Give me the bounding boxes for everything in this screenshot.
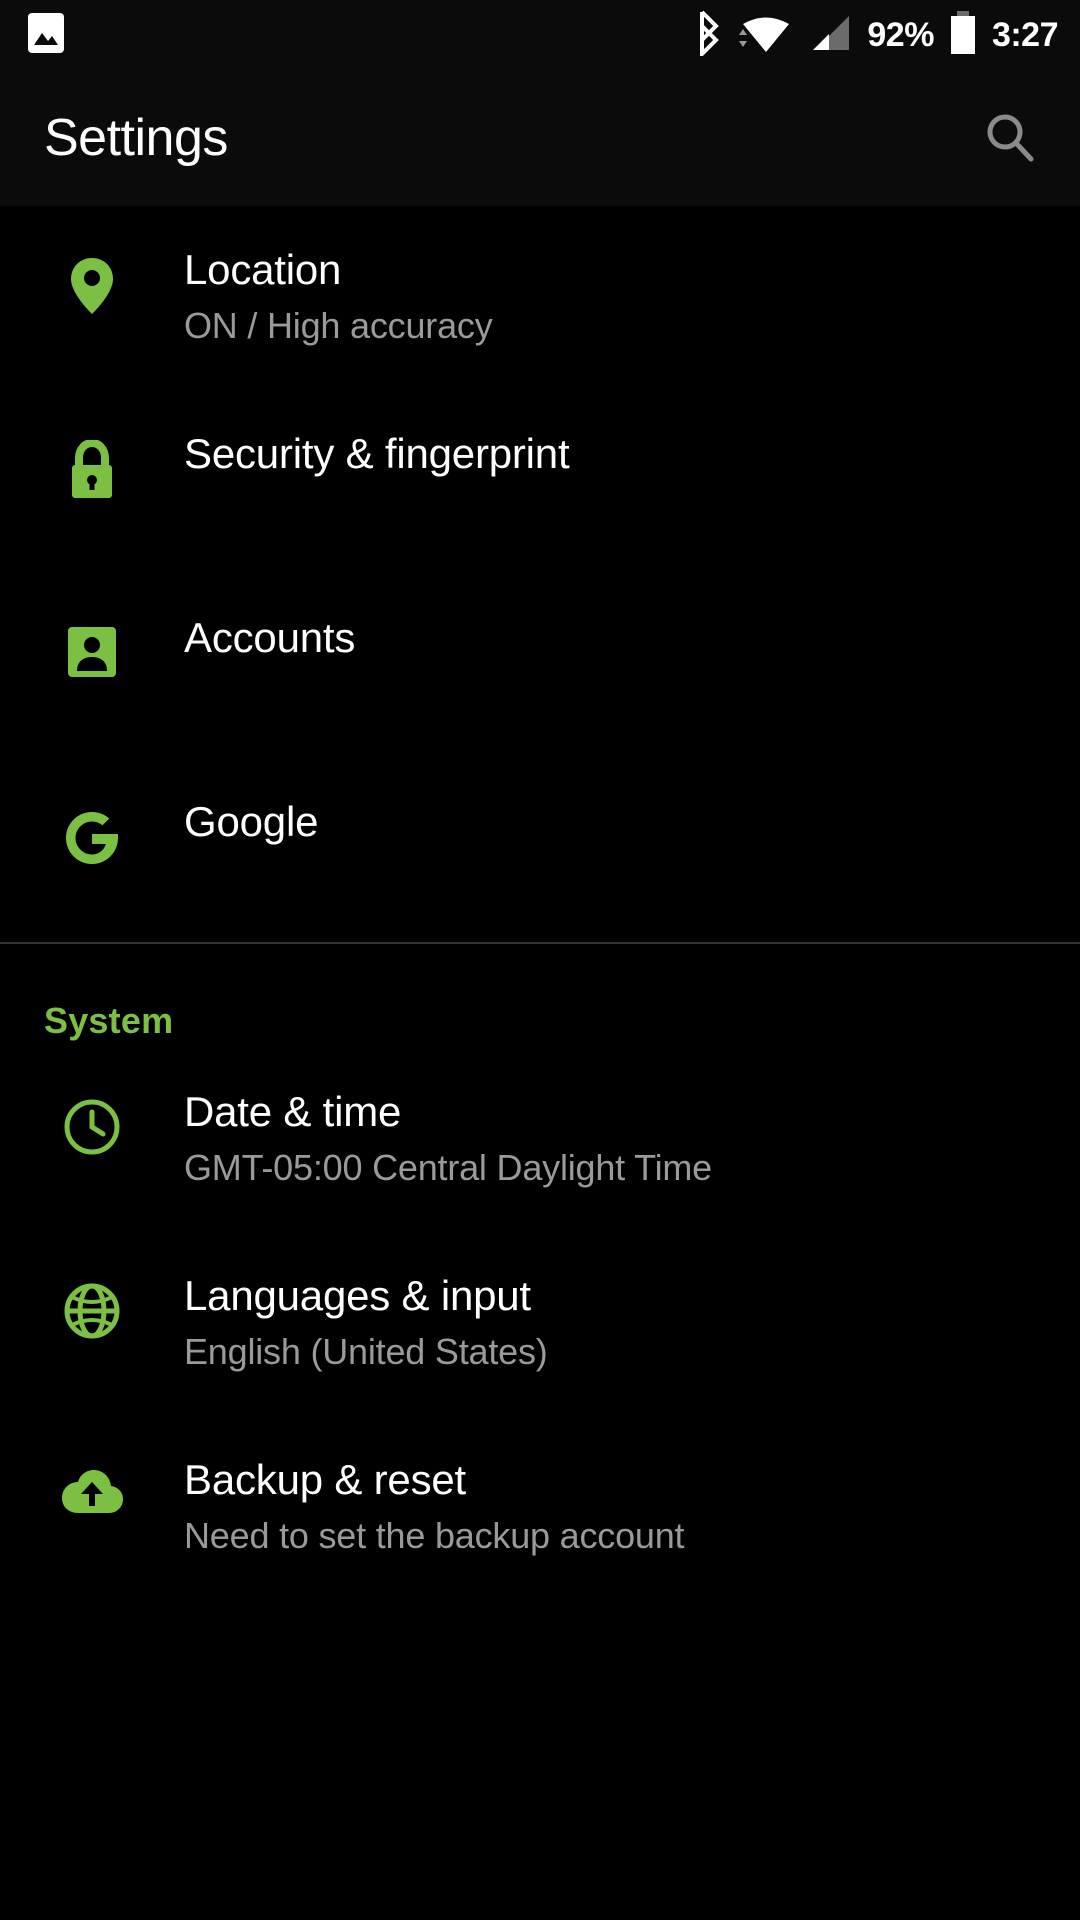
search-icon[interactable] [974, 102, 1046, 174]
status-bar-left-icons [26, 11, 66, 60]
list-item-text: Accounts [184, 574, 1050, 663]
list-item-google[interactable]: Google [0, 758, 1080, 942]
list-item-title: Date & time [184, 1088, 402, 1135]
list-item-backup-reset[interactable]: Backup & reset Need to set the backup ac… [0, 1416, 1080, 1600]
list-item-languages-input[interactable]: Languages & input English (United States… [0, 1232, 1080, 1416]
status-bar-clock: 3:27 [991, 16, 1059, 54]
list-item-text: Google [184, 758, 1050, 847]
list-item-subtitle: ON / High accuracy [184, 305, 493, 347]
status-bar-right-icons: 92% 3:27 [691, 10, 1059, 61]
bluetooth-icon [691, 10, 723, 61]
section-header-system: System [0, 944, 1080, 1048]
list-item-subtitle: GMT-05:00 Central Daylight Time [184, 1147, 712, 1189]
list-item-text: Backup & reset Need to set the backup ac… [184, 1416, 1050, 1560]
lock-icon [0, 390, 184, 502]
list-item-text: Security & fingerprint [184, 390, 1050, 479]
battery-percent-label: 92% [867, 16, 934, 54]
list-item-text: Date & time GMT-05:00 Central Daylight T… [184, 1048, 1050, 1192]
list-item-text: Languages & input English (United States… [184, 1232, 1050, 1376]
list-item-text: Location ON / High accuracy [184, 206, 1050, 350]
list-item-title: Security & fingerprint [184, 430, 570, 477]
location-pin-icon [0, 206, 184, 318]
cloud-upload-icon [0, 1416, 184, 1516]
google-g-icon [0, 758, 184, 868]
list-item-title: Google [184, 798, 319, 845]
list-item-title: Backup & reset [184, 1456, 467, 1503]
globe-icon [0, 1232, 184, 1340]
list-item-subtitle: Need to set the backup account [184, 1515, 685, 1557]
section-title: System [44, 1000, 174, 1041]
settings-list: Location ON / High accuracy Security & f… [0, 206, 1080, 1600]
list-item-location[interactable]: Location ON / High accuracy [0, 206, 1080, 390]
account-person-icon [0, 574, 184, 680]
wifi-icon [737, 10, 795, 61]
list-item-subtitle: English (United States) [184, 1331, 548, 1373]
list-item-title: Languages & input [184, 1272, 531, 1319]
cellular-signal-icon [809, 10, 853, 61]
list-item-security-fingerprint[interactable]: Security & fingerprint [0, 390, 1080, 574]
battery-full-icon [948, 10, 978, 61]
page-title: Settings [44, 109, 228, 167]
list-item-accounts[interactable]: Accounts [0, 574, 1080, 758]
list-item-title: Accounts [184, 614, 356, 661]
clock-icon [0, 1048, 184, 1156]
app-bar: Settings [0, 70, 1080, 206]
image-icon [26, 11, 66, 60]
list-item-date-time[interactable]: Date & time GMT-05:00 Central Daylight T… [0, 1048, 1080, 1232]
list-item-title: Location [184, 246, 342, 293]
status-bar: 92% 3:27 [0, 0, 1080, 70]
